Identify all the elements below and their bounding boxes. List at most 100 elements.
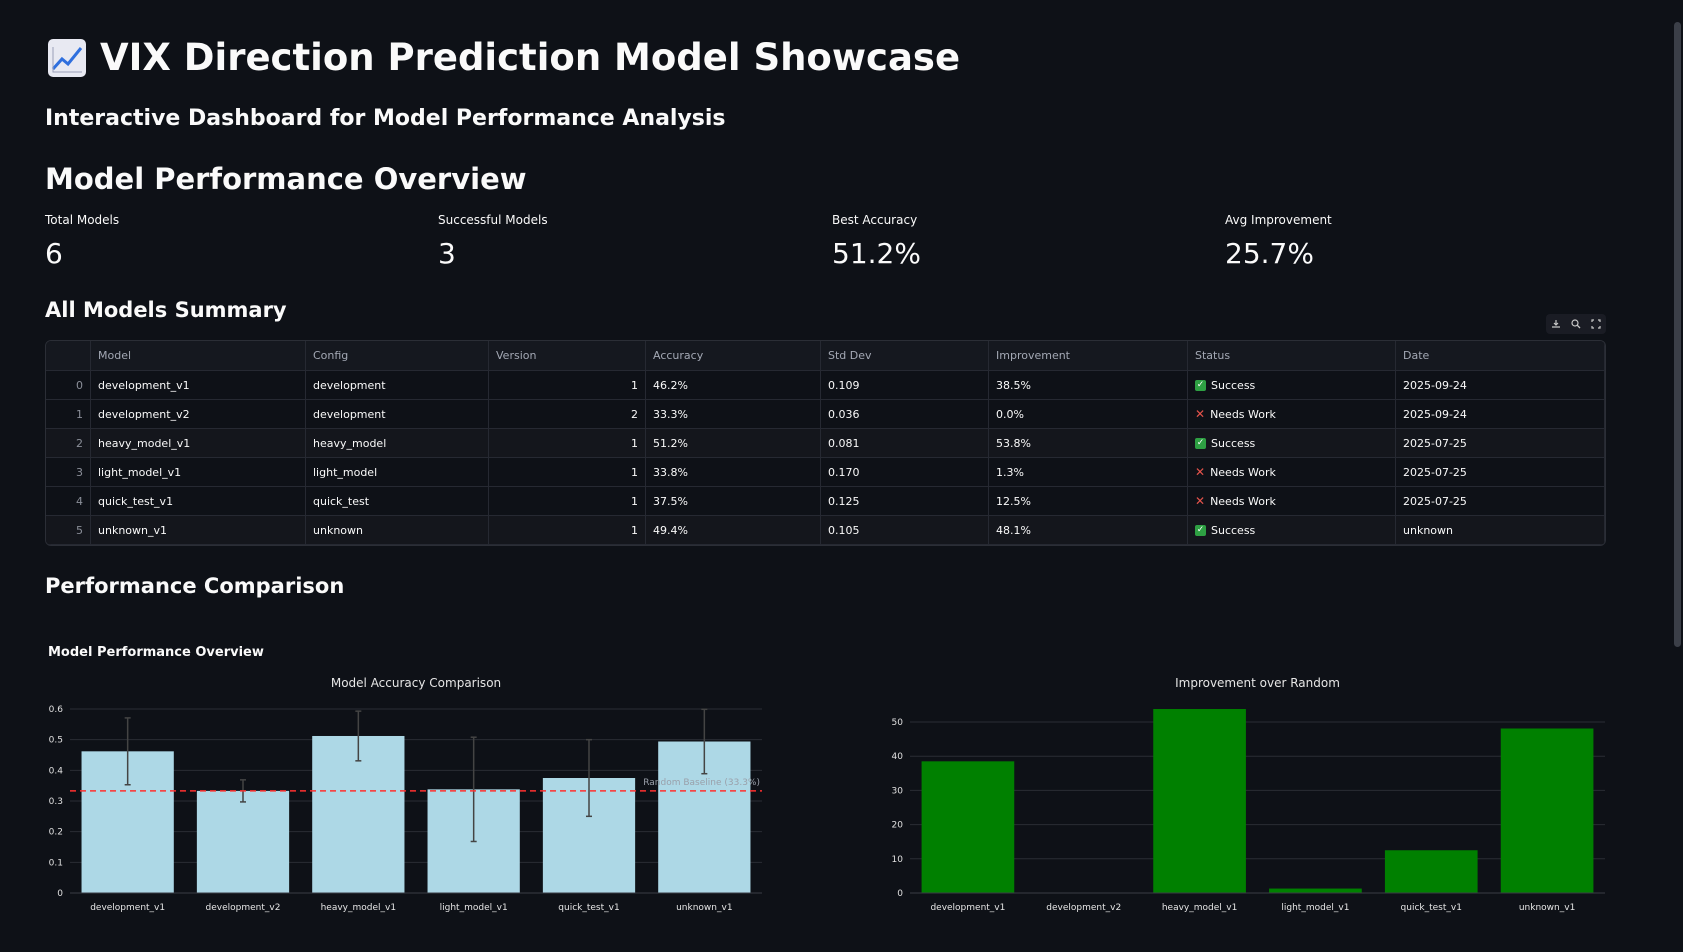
cell-version[interactable]: 1 — [488, 370, 646, 400]
cell-std-dev[interactable]: 0.036 — [820, 399, 989, 429]
status-text: Success — [1211, 436, 1256, 450]
summary-heading: All Models Summary — [45, 298, 287, 322]
download-icon[interactable] — [1549, 317, 1563, 331]
cell-config[interactable]: development — [305, 399, 489, 429]
cell-accuracy[interactable]: 51.2% — [645, 428, 821, 458]
cell-accuracy[interactable]: 46.2% — [645, 370, 821, 400]
cell-accuracy[interactable]: 33.3% — [645, 399, 821, 429]
column-header-index[interactable] — [46, 341, 91, 371]
table-row[interactable]: 5 unknown_v1 unknown 1 49.4% 0.105 48.1% ✓ Succe… — [46, 515, 1605, 545]
cell-model[interactable]: quick_test_v1 — [90, 486, 306, 516]
table-row[interactable]: 0 development_v1 development 1 46.2% 0.109 38.… — [46, 370, 1605, 400]
cell-version[interactable]: 2 — [488, 399, 646, 429]
page-subtitle: Interactive Dashboard for Model Performa… — [45, 106, 726, 131]
bar[interactable] — [196, 790, 290, 893]
table-row[interactable]: 4 quick_test_v1 quick_test 1 37.5% 0.125 12.5%… — [46, 486, 1605, 516]
metric-best-accuracy: Best Accuracy 51.2% — [832, 213, 1212, 270]
table-row[interactable]: 1 development_v2 development 2 33.3% 0.036 0.0… — [46, 399, 1605, 429]
x-tick-label: unknown_v1 — [1519, 903, 1575, 913]
cell-std-dev[interactable]: 0.105 — [820, 515, 989, 545]
cell-status[interactable]: ✓ Success — [1187, 428, 1396, 458]
cell-date[interactable]: 2025-07-25 — [1395, 486, 1605, 516]
cell-improvement[interactable]: 12.5% — [988, 486, 1188, 516]
y-tick-label: 0.2 — [49, 828, 63, 838]
row-index[interactable]: 5 — [46, 515, 91, 545]
status-text: Needs Work — [1210, 408, 1276, 421]
row-index[interactable]: 4 — [46, 486, 91, 516]
table-row[interactable]: 2 heavy_model_v1 heavy_model 1 51.2% 0.081 53.… — [46, 428, 1605, 458]
cell-status[interactable]: ✕ Needs Work — [1187, 399, 1396, 429]
page-scrollbar[interactable] — [1674, 22, 1681, 647]
column-header-std-dev[interactable]: Std Dev — [820, 341, 989, 371]
cell-std-dev[interactable]: 0.170 — [820, 457, 989, 487]
cell-status[interactable]: ✕ Needs Work — [1187, 486, 1396, 516]
column-header-status[interactable]: Status — [1187, 341, 1396, 371]
cell-improvement[interactable]: 38.5% — [988, 370, 1188, 400]
y-tick-label: 30 — [892, 786, 904, 796]
y-tick-label: 0.3 — [49, 797, 63, 807]
cell-date[interactable]: 2025-07-25 — [1395, 457, 1605, 487]
cell-improvement[interactable]: 48.1% — [988, 515, 1188, 545]
cell-accuracy[interactable]: 49.4% — [645, 515, 821, 545]
row-index[interactable]: 3 — [46, 457, 91, 487]
metric-label: Total Models — [45, 213, 120, 227]
cell-status[interactable]: ✓ Success — [1187, 370, 1396, 400]
bar[interactable] — [1384, 850, 1478, 893]
cell-improvement[interactable]: 1.3% — [988, 457, 1188, 487]
cell-config[interactable]: light_model — [305, 457, 489, 487]
cell-model[interactable]: development_v2 — [90, 399, 306, 429]
fullscreen-icon[interactable] — [1589, 317, 1603, 331]
models-table[interactable]: Model Config Version Accuracy Std Dev Im… — [45, 340, 1606, 546]
search-icon[interactable] — [1569, 317, 1583, 331]
table-row[interactable]: 3 light_model_v1 light_model 1 33.8% 0.170 1.3… — [46, 457, 1605, 487]
y-tick-label: 20 — [892, 821, 904, 831]
cell-std-dev[interactable]: 0.081 — [820, 428, 989, 458]
accuracy-chart[interactable]: Model Accuracy Comparison 0 0.1 0.2 0.3 0.4 0.… — [40, 670, 780, 920]
bar[interactable] — [1269, 888, 1362, 893]
improvement-chart[interactable]: Improvement over Random 0 10 20 30 40 50 develo… — [885, 670, 1615, 920]
column-header-version[interactable]: Version — [488, 341, 646, 371]
cell-date[interactable]: 2025-09-24 — [1395, 399, 1605, 429]
cell-version[interactable]: 1 — [488, 428, 646, 458]
bar[interactable] — [1153, 709, 1246, 893]
cell-improvement[interactable]: 0.0% — [988, 399, 1188, 429]
status-text: Needs Work — [1210, 466, 1276, 479]
cell-date[interactable]: 2025-07-25 — [1395, 428, 1605, 458]
row-index[interactable]: 1 — [46, 399, 91, 429]
cell-improvement[interactable]: 53.8% — [988, 428, 1188, 458]
cell-std-dev[interactable]: 0.125 — [820, 486, 989, 516]
cell-accuracy[interactable]: 33.8% — [645, 457, 821, 487]
cell-version[interactable]: 1 — [488, 457, 646, 487]
column-header-improvement[interactable]: Improvement — [988, 341, 1188, 371]
cell-date[interactable]: unknown — [1395, 515, 1605, 545]
cell-std-dev[interactable]: 0.109 — [820, 370, 989, 400]
cell-status[interactable]: ✓ Success — [1187, 515, 1396, 545]
column-header-config[interactable]: Config — [305, 341, 489, 371]
bar[interactable] — [921, 761, 1015, 893]
row-index[interactable]: 2 — [46, 428, 91, 458]
cell-status[interactable]: ✕ Needs Work — [1187, 457, 1396, 487]
metric-successful-models: Successful Models 3 — [438, 213, 818, 270]
cell-config[interactable]: quick_test — [305, 486, 489, 516]
column-header-accuracy[interactable]: Accuracy — [645, 341, 821, 371]
row-index[interactable]: 0 — [46, 370, 91, 400]
table-toolbar — [1546, 314, 1606, 334]
check-mark-icon: ✓ — [1195, 525, 1206, 536]
cell-accuracy[interactable]: 37.5% — [645, 486, 821, 516]
cell-version[interactable]: 1 — [488, 486, 646, 516]
cell-model[interactable]: heavy_model_v1 — [90, 428, 306, 458]
bar[interactable] — [1500, 728, 1594, 893]
cell-model[interactable]: light_model_v1 — [90, 457, 306, 487]
cell-model[interactable]: unknown_v1 — [90, 515, 306, 545]
cell-config[interactable]: development — [305, 370, 489, 400]
x-tick-label: development_v1 — [930, 903, 1005, 913]
cell-config[interactable]: unknown — [305, 515, 489, 545]
column-header-date[interactable]: Date — [1395, 341, 1605, 371]
cell-config[interactable]: heavy_model — [305, 428, 489, 458]
x-tick-label: development_v2 — [206, 903, 281, 913]
cell-version[interactable]: 1 — [488, 515, 646, 545]
column-header-model[interactable]: Model — [90, 341, 306, 371]
cell-model[interactable]: development_v1 — [90, 370, 306, 400]
metric-label: Avg Improvement — [1225, 213, 1332, 227]
cell-date[interactable]: 2025-09-24 — [1395, 370, 1605, 400]
